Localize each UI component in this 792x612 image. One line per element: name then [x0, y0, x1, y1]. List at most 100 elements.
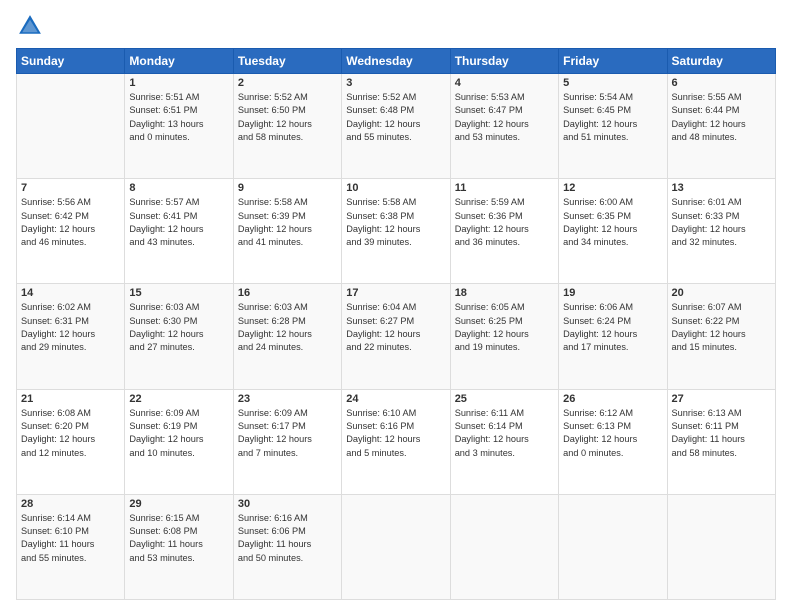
day-number: 3 — [346, 77, 445, 89]
day-number: 4 — [455, 77, 554, 89]
day-info: Sunrise: 6:05 AMSunset: 6:25 PMDaylight:… — [455, 301, 554, 354]
day-info: Sunrise: 6:01 AMSunset: 6:33 PMDaylight:… — [672, 196, 771, 249]
day-number: 22 — [129, 393, 228, 405]
day-number: 23 — [238, 393, 337, 405]
calendar-cell-1-6: 5Sunrise: 5:54 AMSunset: 6:45 PMDaylight… — [559, 74, 667, 179]
calendar: SundayMondayTuesdayWednesdayThursdayFrid… — [16, 48, 776, 600]
page: SundayMondayTuesdayWednesdayThursdayFrid… — [0, 0, 792, 612]
calendar-cell-3-7: 20 Sunrise: 6:07 AMSunset: 6:22 PMDayligh… — [667, 284, 775, 389]
calendar-cell-5-2: 29 Sunrise: 6:15 AMSunset: 6:08 PMDayligh… — [125, 494, 233, 599]
day-info: Sunrise: 5:56 AMSunset: 6:42 PMDaylight:… — [21, 196, 120, 249]
calendar-cell-1-2: 1 Sunrise: 5:51 AMSunset: 6:51 PMDaylight… — [125, 74, 233, 179]
day-number: 29 — [129, 498, 228, 510]
calendar-cell-2-4: 10Sunrise: 5:58 AMSunset: 6:38 PMDayligh… — [342, 179, 450, 284]
day-info: Sunrise: 5:51 AMSunset: 6:51 PMDaylight:… — [129, 91, 228, 144]
calendar-week-1: 1 Sunrise: 5:51 AMSunset: 6:51 PMDaylight… — [17, 74, 776, 179]
calendar-cell-4-6: 26 Sunrise: 6:12 AMSunset: 6:13 PMDayligh… — [559, 389, 667, 494]
calendar-cell-3-4: 17 Sunrise: 6:04 AMSunset: 6:27 PMDayligh… — [342, 284, 450, 389]
day-info: Sunrise: 6:09 AMSunset: 6:19 PMDaylight:… — [129, 407, 228, 460]
logo-icon — [16, 12, 44, 40]
calendar-header-thursday: Thursday — [450, 49, 558, 74]
calendar-cell-4-1: 21Sunrise: 6:08 AMSunset: 6:20 PMDayligh… — [17, 389, 125, 494]
day-info: Sunrise: 6:11 AMSunset: 6:14 PMDaylight:… — [455, 407, 554, 460]
calendar-body: 1 Sunrise: 5:51 AMSunset: 6:51 PMDaylight… — [17, 74, 776, 600]
calendar-cell-1-7: 6 Sunrise: 5:55 AMSunset: 6:44 PMDaylight… — [667, 74, 775, 179]
day-info: Sunrise: 6:15 AMSunset: 6:08 PMDaylight:… — [129, 512, 228, 565]
day-number: 11 — [455, 182, 554, 194]
calendar-header-monday: Monday — [125, 49, 233, 74]
calendar-header-wednesday: Wednesday — [342, 49, 450, 74]
day-number: 6 — [672, 77, 771, 89]
day-info: Sunrise: 6:14 AMSunset: 6:10 PMDaylight:… — [21, 512, 120, 565]
day-info: Sunrise: 6:12 AMSunset: 6:13 PMDaylight:… — [563, 407, 662, 460]
day-number: 9 — [238, 182, 337, 194]
calendar-cell-1-3: 2Sunrise: 5:52 AMSunset: 6:50 PMDaylight… — [233, 74, 341, 179]
day-info: Sunrise: 5:59 AMSunset: 6:36 PMDaylight:… — [455, 196, 554, 249]
day-number: 21 — [21, 393, 120, 405]
day-number: 28 — [21, 498, 120, 510]
day-number: 26 — [563, 393, 662, 405]
calendar-cell-3-2: 15 Sunrise: 6:03 AMSunset: 6:30 PMDayligh… — [125, 284, 233, 389]
day-info: Sunrise: 6:03 AMSunset: 6:28 PMDaylight:… — [238, 301, 337, 354]
day-info: Sunrise: 6:16 AMSunset: 6:06 PMDaylight:… — [238, 512, 337, 565]
day-number: 1 — [129, 77, 228, 89]
calendar-cell-2-3: 9 Sunrise: 5:58 AMSunset: 6:39 PMDaylight… — [233, 179, 341, 284]
day-info: Sunrise: 6:02 AMSunset: 6:31 PMDaylight:… — [21, 301, 120, 354]
header — [16, 12, 776, 40]
calendar-cell-5-1: 28 Sunrise: 6:14 AMSunset: 6:10 PMDayligh… — [17, 494, 125, 599]
day-info: Sunrise: 6:09 AMSunset: 6:17 PMDaylight:… — [238, 407, 337, 460]
day-info: Sunrise: 6:07 AMSunset: 6:22 PMDaylight:… — [672, 301, 771, 354]
day-number: 2 — [238, 77, 337, 89]
calendar-header-saturday: Saturday — [667, 49, 775, 74]
calendar-cell-3-6: 19Sunrise: 6:06 AMSunset: 6:24 PMDayligh… — [559, 284, 667, 389]
day-info: Sunrise: 6:06 AMSunset: 6:24 PMDaylight:… — [563, 301, 662, 354]
calendar-cell-1-4: 3 Sunrise: 5:52 AMSunset: 6:48 PMDaylight… — [342, 74, 450, 179]
calendar-header-row: SundayMondayTuesdayWednesdayThursdayFrid… — [17, 49, 776, 74]
calendar-week-2: 7Sunrise: 5:56 AMSunset: 6:42 PMDaylight… — [17, 179, 776, 284]
calendar-cell-2-1: 7Sunrise: 5:56 AMSunset: 6:42 PMDaylight… — [17, 179, 125, 284]
calendar-cell-3-1: 14 Sunrise: 6:02 AMSunset: 6:31 PMDayligh… — [17, 284, 125, 389]
day-info: Sunrise: 6:04 AMSunset: 6:27 PMDaylight:… — [346, 301, 445, 354]
day-info: Sunrise: 5:54 AMSunset: 6:45 PMDaylight:… — [563, 91, 662, 144]
day-info: Sunrise: 5:52 AMSunset: 6:48 PMDaylight:… — [346, 91, 445, 144]
calendar-cell-4-4: 24Sunrise: 6:10 AMSunset: 6:16 PMDayligh… — [342, 389, 450, 494]
day-info: Sunrise: 6:03 AMSunset: 6:30 PMDaylight:… — [129, 301, 228, 354]
day-number: 15 — [129, 287, 228, 299]
calendar-cell-5-7 — [667, 494, 775, 599]
calendar-header-friday: Friday — [559, 49, 667, 74]
calendar-cell-4-2: 22 Sunrise: 6:09 AMSunset: 6:19 PMDayligh… — [125, 389, 233, 494]
day-info: Sunrise: 6:00 AMSunset: 6:35 PMDaylight:… — [563, 196, 662, 249]
calendar-cell-1-1 — [17, 74, 125, 179]
day-number: 17 — [346, 287, 445, 299]
day-number: 14 — [21, 287, 120, 299]
calendar-header-sunday: Sunday — [17, 49, 125, 74]
day-info: Sunrise: 5:58 AMSunset: 6:38 PMDaylight:… — [346, 196, 445, 249]
day-info: Sunrise: 5:58 AMSunset: 6:39 PMDaylight:… — [238, 196, 337, 249]
calendar-cell-2-5: 11 Sunrise: 5:59 AMSunset: 6:36 PMDayligh… — [450, 179, 558, 284]
calendar-cell-4-7: 27 Sunrise: 6:13 AMSunset: 6:11 PMDayligh… — [667, 389, 775, 494]
day-number: 27 — [672, 393, 771, 405]
calendar-week-3: 14 Sunrise: 6:02 AMSunset: 6:31 PMDayligh… — [17, 284, 776, 389]
day-info: Sunrise: 5:55 AMSunset: 6:44 PMDaylight:… — [672, 91, 771, 144]
calendar-cell-5-5 — [450, 494, 558, 599]
day-info: Sunrise: 5:53 AMSunset: 6:47 PMDaylight:… — [455, 91, 554, 144]
calendar-cell-2-6: 12 Sunrise: 6:00 AMSunset: 6:35 PMDayligh… — [559, 179, 667, 284]
day-number: 20 — [672, 287, 771, 299]
calendar-cell-5-3: 30Sunrise: 6:16 AMSunset: 6:06 PMDayligh… — [233, 494, 341, 599]
day-number: 25 — [455, 393, 554, 405]
calendar-cell-4-3: 23 Sunrise: 6:09 AMSunset: 6:17 PMDayligh… — [233, 389, 341, 494]
calendar-header-tuesday: Tuesday — [233, 49, 341, 74]
day-info: Sunrise: 6:13 AMSunset: 6:11 PMDaylight:… — [672, 407, 771, 460]
day-number: 18 — [455, 287, 554, 299]
calendar-cell-2-7: 13 Sunrise: 6:01 AMSunset: 6:33 PMDayligh… — [667, 179, 775, 284]
day-info: Sunrise: 6:10 AMSunset: 6:16 PMDaylight:… — [346, 407, 445, 460]
calendar-cell-3-3: 16 Sunrise: 6:03 AMSunset: 6:28 PMDayligh… — [233, 284, 341, 389]
day-number: 13 — [672, 182, 771, 194]
calendar-cell-5-6 — [559, 494, 667, 599]
day-number: 16 — [238, 287, 337, 299]
calendar-cell-2-2: 8Sunrise: 5:57 AMSunset: 6:41 PMDaylight… — [125, 179, 233, 284]
day-number: 8 — [129, 182, 228, 194]
calendar-week-5: 28 Sunrise: 6:14 AMSunset: 6:10 PMDayligh… — [17, 494, 776, 599]
day-number: 12 — [563, 182, 662, 194]
calendar-cell-1-5: 4 Sunrise: 5:53 AMSunset: 6:47 PMDaylight… — [450, 74, 558, 179]
